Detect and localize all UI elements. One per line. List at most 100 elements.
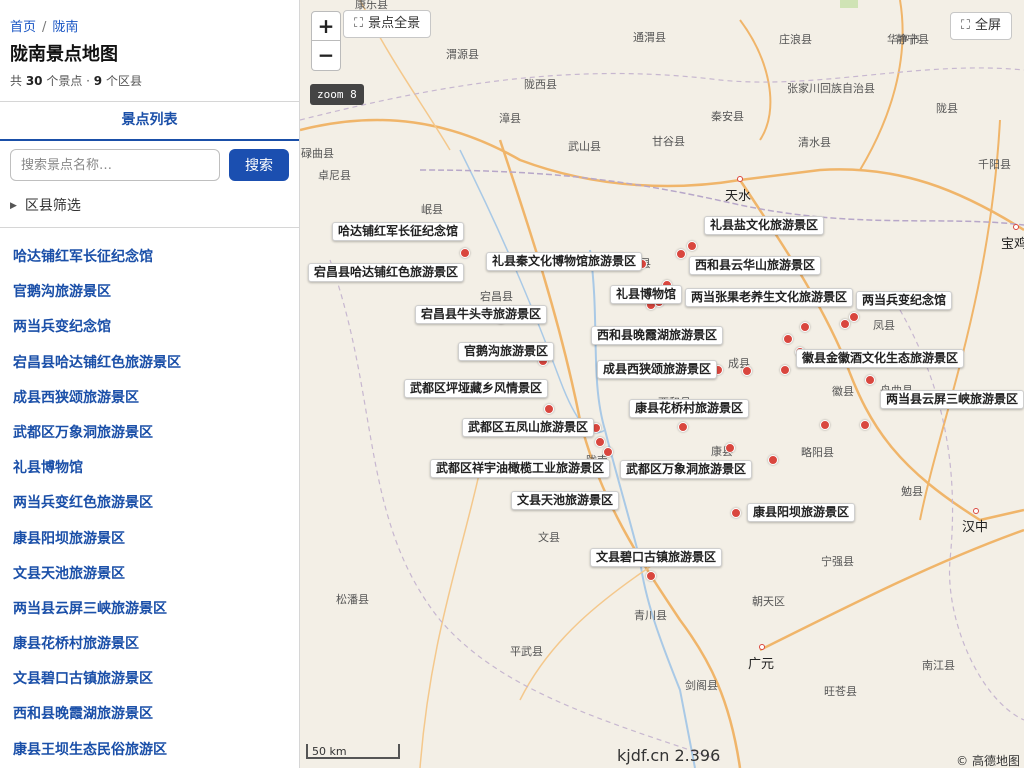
- poi-count: 30: [25, 74, 43, 88]
- poi-list-item[interactable]: 哈达铺红军长征纪念馆: [0, 240, 299, 275]
- poi-label[interactable]: 礼县博物馆: [610, 285, 683, 304]
- poi-marker[interactable]: [544, 404, 554, 414]
- poi-list-item[interactable]: 康县王坝生态民俗旅游区: [0, 733, 299, 768]
- poi-label[interactable]: 宕昌县哈达铺红色旅游景区: [308, 263, 465, 282]
- poi-marker[interactable]: [725, 443, 735, 453]
- poi-marker[interactable]: [460, 248, 470, 258]
- poi-label[interactable]: 两当县云屏三峡旅游景区: [880, 390, 1024, 409]
- fit-icon: ⛶: [354, 16, 364, 31]
- fullscreen-label: 全屏: [974, 18, 1001, 33]
- poi-label[interactable]: 官鹅沟旅游景区: [458, 342, 555, 361]
- poi-label[interactable]: 宕昌县牛头寺旅游景区: [415, 305, 548, 324]
- search-button[interactable]: 搜索: [229, 149, 289, 181]
- county-label: 千阳县: [978, 158, 1011, 171]
- city-label: 广元: [748, 657, 775, 672]
- poi-list-item[interactable]: 康县花桥村旅游景区: [0, 627, 299, 662]
- poi-marker[interactable]: [676, 249, 686, 259]
- county-label: 岷县: [421, 203, 443, 216]
- poi-label[interactable]: 哈达铺红军长征纪念馆: [332, 222, 465, 241]
- county-label: 凤县: [873, 319, 895, 332]
- poi-marker[interactable]: [646, 571, 656, 581]
- poi-marker[interactable]: [860, 420, 870, 430]
- poi-label[interactable]: 康县花桥村旅游景区: [629, 399, 750, 418]
- poi-label[interactable]: 礼县盐文化旅游景区: [704, 216, 825, 235]
- poi-list-item[interactable]: 成县西狭颂旅游景区: [0, 381, 299, 416]
- poi-marker[interactable]: [595, 437, 605, 447]
- poi-marker[interactable]: [780, 365, 790, 375]
- city-marker[interactable]: [1013, 224, 1019, 230]
- poi-label[interactable]: 武都区五凤山旅游景区: [462, 418, 595, 437]
- scale-bar: 50 km: [306, 744, 400, 759]
- city-marker[interactable]: [973, 508, 979, 514]
- county-label: 漳县: [499, 112, 521, 125]
- poi-label[interactable]: 西和县晚霞湖旅游景区: [591, 326, 724, 345]
- fit-all-button[interactable]: ⛶ 景点全景: [343, 10, 432, 38]
- poi-list-item[interactable]: 两当兵变纪念馆: [0, 310, 299, 345]
- zoom-badge: zoom 8: [310, 84, 364, 105]
- district-filter-toggle[interactable]: ▶ 区县筛选: [10, 195, 81, 215]
- poi-label[interactable]: 成县西狭颂旅游景区: [597, 360, 718, 379]
- poi-list-item[interactable]: 康县阳坝旅游景区: [0, 522, 299, 557]
- county-label: 朝天区: [752, 595, 785, 608]
- sidebar: 首页 / 陇南 陇南景点地图 共 30 个景点 · 9 个区县 景点列表 搜索 ▶ 区…: [0, 0, 300, 768]
- poi-label[interactable]: 武都区坪垭藏乡风情景区: [404, 379, 549, 398]
- poi-marker[interactable]: [742, 366, 752, 376]
- poi-marker[interactable]: [783, 334, 793, 344]
- county-label: 松潘县: [336, 593, 369, 606]
- poi-label[interactable]: 武都区祥宇油橄榄工业旅游景区: [430, 459, 611, 478]
- poi-list-item[interactable]: 文县天池旅游景区: [0, 557, 299, 592]
- poi-marker[interactable]: [865, 375, 875, 385]
- search-input[interactable]: [10, 149, 220, 181]
- city-label: 汉中: [962, 520, 989, 535]
- stats-district-unit: 个区县: [102, 74, 142, 88]
- poi-marker[interactable]: [678, 422, 688, 432]
- poi-marker[interactable]: [768, 455, 778, 465]
- poi-label[interactable]: 礼县秦文化博物馆旅游景区: [486, 252, 643, 271]
- poi-label[interactable]: 两当兵变纪念馆: [856, 291, 953, 310]
- map-canvas[interactable]: 康乐县 渭源县 陇西县 漳县 武山县 甘谷县 秦安县 通渭县 庄浪县 静宁县 华亭市 张家川回族自治县…: [300, 0, 1024, 768]
- poi-marker[interactable]: [687, 241, 697, 251]
- poi-list-item[interactable]: 武都区万象洞旅游景区: [0, 416, 299, 451]
- fullscreen-button[interactable]: ⛶ 全屏: [949, 12, 1012, 40]
- zoom-in-button[interactable]: +: [311, 11, 341, 41]
- page-title: 陇南景点地图: [10, 44, 118, 65]
- county-label: 徽县: [832, 385, 854, 398]
- poi-marker[interactable]: [731, 508, 741, 518]
- poi-list-item[interactable]: 官鹅沟旅游景区: [0, 275, 299, 310]
- tab-poi-list[interactable]: 景点列表: [0, 102, 299, 141]
- stats-poi-unit: 个景点 ·: [42, 74, 94, 88]
- zoom-level-text: kjdf.cn 2.396: [617, 746, 721, 765]
- poi-list-item[interactable]: 西和县晚霞湖旅游景区: [0, 697, 299, 732]
- poi-marker[interactable]: [840, 319, 850, 329]
- poi-list-item[interactable]: 文县碧口古镇旅游景区: [0, 662, 299, 697]
- poi-label[interactable]: 康县阳坝旅游景区: [747, 503, 856, 522]
- poi-list-item[interactable]: 两当县云屏三峡旅游景区: [0, 592, 299, 627]
- city-label: 天水: [725, 189, 752, 204]
- county-label: 旺苍县: [824, 685, 857, 698]
- breadcrumb-home[interactable]: 首页: [10, 20, 36, 35]
- city-marker[interactable]: [737, 176, 743, 182]
- poi-label[interactable]: 两当张果老养生文化旅游景区: [685, 288, 854, 307]
- county-label: 略阳县: [801, 446, 834, 459]
- poi-list-item[interactable]: 两当兵变红色旅游景区: [0, 486, 299, 521]
- county-label: 宕昌县: [480, 290, 513, 303]
- poi-label[interactable]: 文县天池旅游景区: [511, 491, 620, 510]
- poi-label[interactable]: 武都区万象洞旅游景区: [620, 460, 753, 479]
- county-label: 庄浪县: [779, 33, 812, 46]
- county-label: 青川县: [634, 609, 667, 622]
- poi-label[interactable]: 徽县金徽酒文化生态旅游景区: [796, 349, 965, 368]
- county-label: 卓尼县: [318, 169, 351, 182]
- poi-marker[interactable]: [849, 312, 859, 322]
- breadcrumb-current[interactable]: 陇南: [52, 20, 78, 35]
- district-count: 9: [93, 74, 103, 88]
- zoom-out-button[interactable]: −: [311, 41, 341, 71]
- poi-label[interactable]: 西和县云华山旅游景区: [689, 256, 822, 275]
- poi-list-item[interactable]: 礼县博物馆: [0, 451, 299, 486]
- poi-marker[interactable]: [820, 420, 830, 430]
- poi-marker[interactable]: [800, 322, 810, 332]
- poi-list-item[interactable]: 宕昌县哈达铺红色旅游景区: [0, 346, 299, 381]
- city-marker[interactable]: [759, 644, 765, 650]
- county-label: 张家川回族自治县: [787, 82, 875, 95]
- poi-marker[interactable]: [603, 447, 613, 457]
- poi-label[interactable]: 文县碧口古镇旅游景区: [590, 548, 723, 567]
